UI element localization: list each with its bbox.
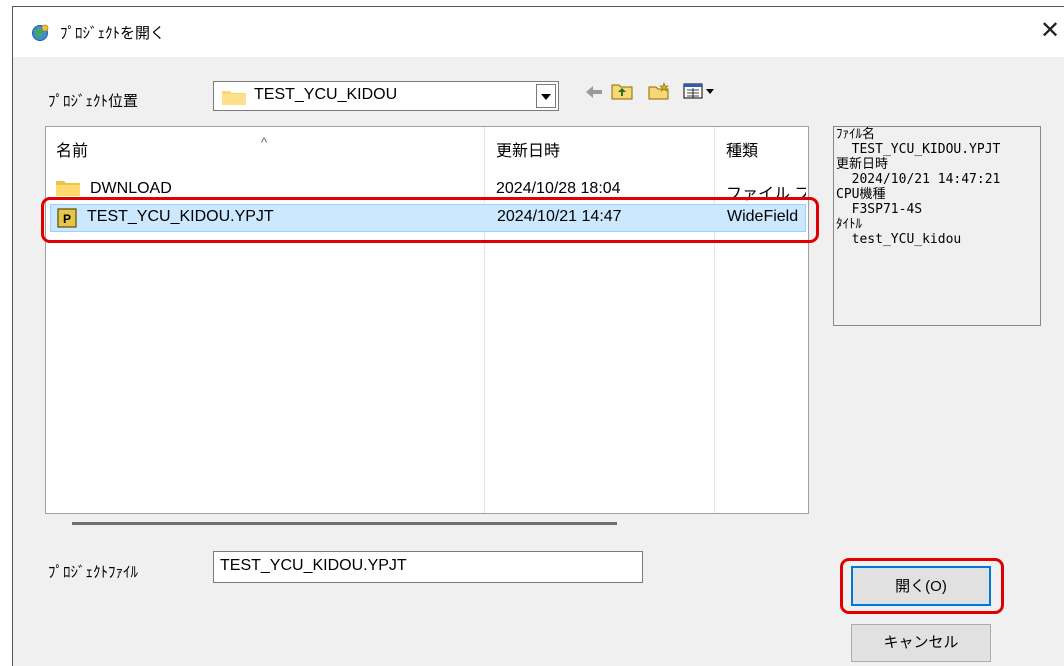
- item-date: 2024/10/28 18:04: [496, 180, 621, 197]
- title-bar: [13, 7, 1064, 57]
- cancel-button[interactable]: キャンセル: [851, 624, 991, 662]
- preview-line: CPU機種: [836, 187, 886, 202]
- preview-line: ﾌｧｲﾙ名: [836, 127, 876, 142]
- highlight-open-button: [840, 558, 1004, 614]
- file-name-input[interactable]: [214, 552, 646, 580]
- location-value: TEST_YCU_KIDOU: [254, 86, 398, 103]
- app-globe-icon: [30, 24, 50, 42]
- location-label: ﾌﾟﾛｼﾞｪｸﾄ位置: [48, 93, 139, 110]
- item-name: DWNLOAD: [90, 180, 172, 197]
- new-folder-icon[interactable]: [646, 82, 672, 106]
- highlight-selected-row: [41, 197, 819, 243]
- preview-line: 2024/10/21 14:47:21: [836, 172, 1001, 187]
- dialog-title: ﾌﾟﾛｼﾞｪｸﾄを開く: [60, 25, 166, 42]
- preview-line: 更新日時: [836, 157, 889, 172]
- view-menu-icon[interactable]: [682, 82, 718, 106]
- sort-ascending-icon: ^: [261, 135, 268, 150]
- column-header-name[interactable]: 名前: [56, 137, 88, 161]
- preview-line: F3SP71-4S: [836, 202, 923, 217]
- folder-icon: [222, 89, 246, 110]
- file-name-field[interactable]: [213, 551, 646, 583]
- close-button[interactable]: ✕: [1036, 14, 1064, 48]
- location-combo[interactable]: TEST_YCU_KIDOU: [213, 81, 559, 111]
- up-folder-icon[interactable]: [609, 82, 635, 106]
- preview-line: test_YCU_kidou: [836, 232, 962, 247]
- preview-line: ﾀｲﾄﾙ: [836, 217, 862, 232]
- horizontal-scrollbar[interactable]: [72, 522, 617, 525]
- column-header-type[interactable]: 種類: [726, 137, 758, 161]
- back-arrow-icon[interactable]: [581, 83, 607, 107]
- file-label: ﾌﾟﾛｼﾞｪｸﾄﾌｧｲﾙ: [48, 564, 139, 581]
- column-header-modified[interactable]: 更新日時: [496, 137, 560, 161]
- file-list[interactable]: ^ 名前 更新日時 種類 DWNLOAD 2024/10/28 18:04 ファ…: [45, 126, 809, 514]
- preview-line: TEST_YCU_KIDOU.YPJT: [836, 142, 1001, 157]
- chevron-down-icon[interactable]: [536, 84, 556, 108]
- preview-panel: ﾌｧｲﾙ名 TEST_YCU_KIDOU.YPJT 更新日時 2024/10/2…: [833, 126, 1041, 326]
